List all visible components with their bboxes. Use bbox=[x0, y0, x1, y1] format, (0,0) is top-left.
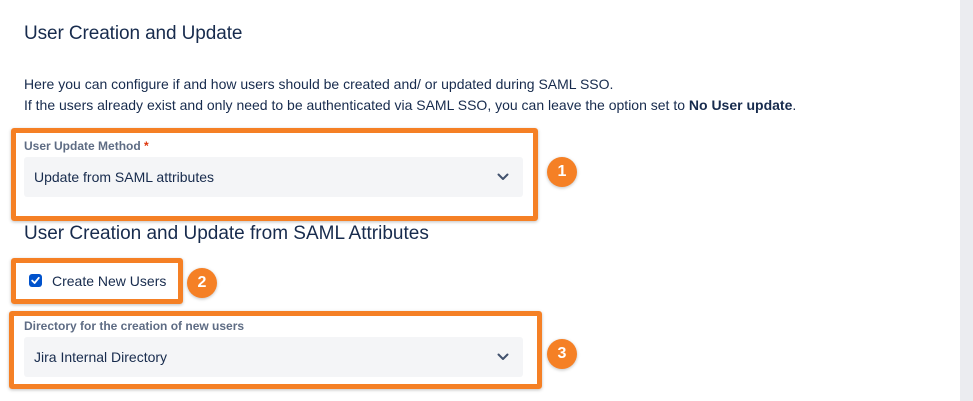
directory-select[interactable]: Jira Internal Directory bbox=[24, 337, 523, 377]
annotation-badge-1: 1 bbox=[547, 157, 577, 187]
description-emphasis: No User update bbox=[688, 97, 793, 113]
annotation-badge-3: 3 bbox=[547, 339, 577, 369]
required-mark: * bbox=[144, 139, 149, 153]
saml-attributes-section-title: User Creation and Update from SAML Attri… bbox=[24, 223, 429, 244]
description-line-2-text: If the users already exist and only need… bbox=[24, 97, 689, 113]
section-title: User Creation and Update bbox=[24, 23, 243, 44]
create-new-users-checkbox[interactable] bbox=[29, 274, 42, 287]
create-new-users-label[interactable]: Create New Users bbox=[52, 273, 166, 289]
directory-label: Directory for the creation of new users bbox=[24, 319, 245, 333]
checkmark-icon bbox=[31, 276, 40, 284]
user-update-method-value: Update from SAML attributes bbox=[34, 169, 215, 185]
annotation-badge-2: 2 bbox=[187, 268, 217, 298]
settings-panel: User Creation and Update Here you can co… bbox=[0, 0, 961, 401]
chevron-down-icon bbox=[497, 173, 509, 180]
description-line-1: Here you can configure if and how users … bbox=[24, 76, 614, 92]
user-update-method-label-text: User Update Method bbox=[24, 139, 141, 153]
chevron-down-icon bbox=[497, 353, 509, 360]
description-line-2: If the users already exist and only need… bbox=[24, 95, 796, 116]
directory-value: Jira Internal Directory bbox=[34, 349, 168, 365]
background-edge bbox=[960, 0, 973, 401]
description-line-2-end: . bbox=[792, 97, 797, 113]
section-description: Here you can configure if and how users … bbox=[24, 74, 796, 116]
user-update-method-label: User Update Method * bbox=[24, 139, 149, 153]
user-update-method-select[interactable]: Update from SAML attributes bbox=[24, 157, 523, 197]
